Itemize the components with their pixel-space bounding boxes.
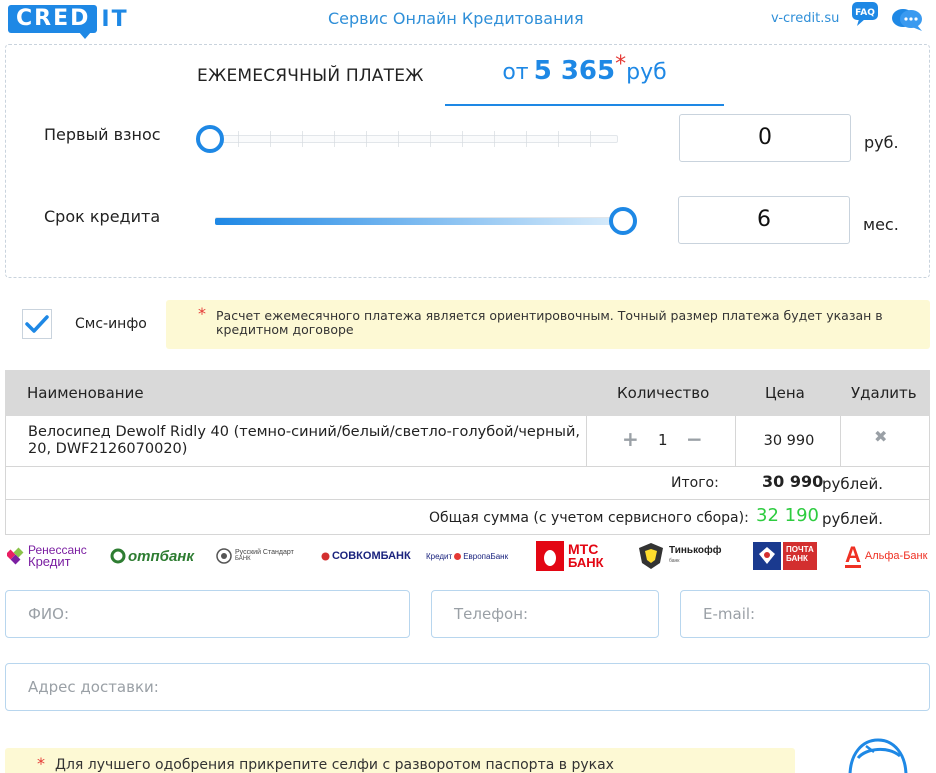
bottom-note-star: * bbox=[37, 754, 45, 773]
bank-bottom: БАНК bbox=[235, 556, 251, 562]
payment-note: * Расчет ежемесячного платежа является о… bbox=[166, 300, 930, 349]
bottom-note-text: Для лучшего одобрения прикрепите селфи с… bbox=[55, 757, 614, 773]
bank-top: Русский Стандарт bbox=[235, 549, 294, 556]
site-link[interactable]: v-credit.su bbox=[771, 11, 839, 26]
total-value: 30 990 bbox=[762, 472, 824, 491]
bank-renaissance: Ренессанс Кредит bbox=[7, 538, 87, 574]
quantity-stepper: + 1 − bbox=[586, 416, 736, 466]
bank-suffix: ЕвропаБанк bbox=[463, 551, 509, 561]
bank-name: Кредит bbox=[426, 551, 453, 561]
total-row: Итого: 30 990 рублей. bbox=[5, 467, 930, 500]
minus-button[interactable]: − bbox=[686, 427, 703, 451]
tinkoff-logo-icon bbox=[639, 543, 663, 569]
bank-sub: банк bbox=[669, 558, 680, 564]
term-slider[interactable] bbox=[205, 207, 637, 237]
mts-logo-icon bbox=[536, 541, 564, 571]
logo-rest: IT bbox=[101, 6, 129, 32]
header-qty: Количество bbox=[617, 384, 710, 402]
bank-bottom: БАНК bbox=[568, 555, 604, 570]
bank-bottom: БАНК bbox=[786, 554, 808, 563]
down-payment-slider[interactable] bbox=[196, 125, 628, 155]
down-payment-input[interactable]: 0 bbox=[679, 114, 851, 162]
russian-standard-logo-icon bbox=[216, 548, 232, 564]
bank-russian-standard: Русский Стандарт БАНК bbox=[216, 538, 294, 574]
plus-button[interactable]: + bbox=[622, 427, 639, 451]
header-title: Сервис Онлайн Кредитования bbox=[328, 9, 584, 28]
grand-total-currency: рублей. bbox=[822, 510, 883, 528]
sms-label: Смс-инфо bbox=[75, 316, 147, 332]
selfie-note: * Для лучшего одобрения прикрепите селфи… bbox=[5, 748, 795, 773]
email-field[interactable]: E-mail: bbox=[680, 590, 930, 638]
chat-bubbles-icon[interactable] bbox=[891, 6, 923, 32]
logo-box: CRED bbox=[8, 5, 98, 39]
bank-sovcombank: СОВКОМБАНК bbox=[321, 538, 411, 574]
logo[interactable]: CRED IT bbox=[8, 3, 129, 39]
faq-speech-bubble-icon[interactable]: FAQ bbox=[851, 1, 879, 27]
down-payment-label: Первый взнос bbox=[44, 125, 161, 144]
header-price: Цена bbox=[765, 384, 805, 402]
cart-table: Наименование Количество Цена Удалить Вел… bbox=[5, 370, 930, 535]
monthly-star: * bbox=[615, 52, 627, 77]
grand-total-value: 32 190 bbox=[756, 505, 819, 526]
selfie-avatar-icon[interactable] bbox=[844, 736, 914, 773]
bank-top: ПОЧТА bbox=[786, 545, 814, 554]
bank-credit-europe: Кредит ЕвропаБанк bbox=[426, 538, 508, 574]
renaissance-logo-icon bbox=[7, 547, 24, 565]
slider-ticks bbox=[206, 131, 618, 147]
sovcombank-logo-icon bbox=[321, 552, 330, 560]
total-label: Итого: bbox=[671, 475, 719, 491]
monthly-payment-label: ЕЖЕМЕСЯЧНЫЙ ПЛАТЕЖ bbox=[197, 66, 424, 86]
item-price: 30 990 bbox=[738, 416, 841, 466]
bank-name: отпбанк bbox=[128, 547, 194, 565]
faq-text: FAQ bbox=[855, 8, 875, 18]
monthly-currency: руб bbox=[626, 60, 667, 85]
monthly-payment-value: от 5 365*руб bbox=[445, 52, 724, 106]
delete-item-icon[interactable]: ✖ bbox=[874, 427, 887, 446]
bank-bottom: Кредит bbox=[28, 554, 71, 569]
note-text: Расчет ежемесячного платежа является ори… bbox=[216, 308, 883, 337]
bank-name: Альфа-Банк bbox=[864, 550, 928, 562]
slider-knob[interactable] bbox=[609, 207, 637, 235]
table-row: Велосипед Dewolf Ridly 40 (темно-синий/б… bbox=[5, 416, 930, 467]
slider-fill bbox=[215, 218, 619, 225]
bank-name: СОВКОМБАНК bbox=[332, 550, 411, 562]
bank-logos: Ренессанс Кредит отпбанк Русский Стандар… bbox=[0, 538, 936, 578]
item-name: Велосипед Dewolf Ridly 40 (темно-синий/б… bbox=[28, 424, 580, 457]
otp-logo-icon bbox=[110, 548, 126, 564]
bank-otp: отпбанк bbox=[110, 538, 194, 574]
bank-name: Тинькофф bbox=[669, 545, 722, 556]
cart-header: Наименование Количество Цена Удалить bbox=[5, 370, 930, 416]
total-currency: рублей. bbox=[822, 475, 883, 493]
monthly-prefix: от bbox=[502, 60, 529, 85]
checkmark-icon bbox=[25, 315, 49, 333]
bank-tinkoff: Тинькофф банк bbox=[636, 538, 722, 574]
grand-total-row: Общая сумма (с учетом сервисного сбора):… bbox=[5, 500, 930, 535]
term-label: Срок кредита bbox=[44, 207, 161, 226]
grand-total-label: Общая сумма (с учетом сервисного сбора): bbox=[429, 510, 749, 526]
monthly-amount: 5 365 bbox=[533, 56, 616, 86]
pochta-eagle-icon bbox=[753, 542, 781, 570]
bank-pochta: ПОЧТА БАНК bbox=[753, 538, 817, 574]
quantity-value: 1 bbox=[658, 431, 668, 449]
credit-europe-logo-icon bbox=[454, 552, 462, 560]
header-delete: Удалить bbox=[851, 384, 917, 402]
term-input[interactable]: 6 bbox=[678, 196, 850, 244]
bank-alfa: А Альфа-Банк bbox=[845, 538, 927, 574]
sms-checkbox[interactable] bbox=[22, 309, 52, 339]
fio-field[interactable]: ФИО: bbox=[5, 590, 410, 638]
note-star: * bbox=[198, 304, 206, 323]
down-payment-unit: руб. bbox=[864, 133, 899, 152]
alfa-logo-icon: А bbox=[845, 541, 861, 568]
header-name: Наименование bbox=[27, 384, 144, 402]
header: CRED IT Сервис Онлайн Кредитования v-cre… bbox=[0, 0, 936, 40]
address-field[interactable]: Адрес доставки: bbox=[5, 663, 930, 711]
bank-mts: МТС БАНК bbox=[536, 538, 604, 574]
phone-field[interactable]: Телефон: bbox=[431, 590, 659, 638]
slider-knob[interactable] bbox=[196, 125, 224, 153]
term-unit: мес. bbox=[863, 215, 899, 234]
